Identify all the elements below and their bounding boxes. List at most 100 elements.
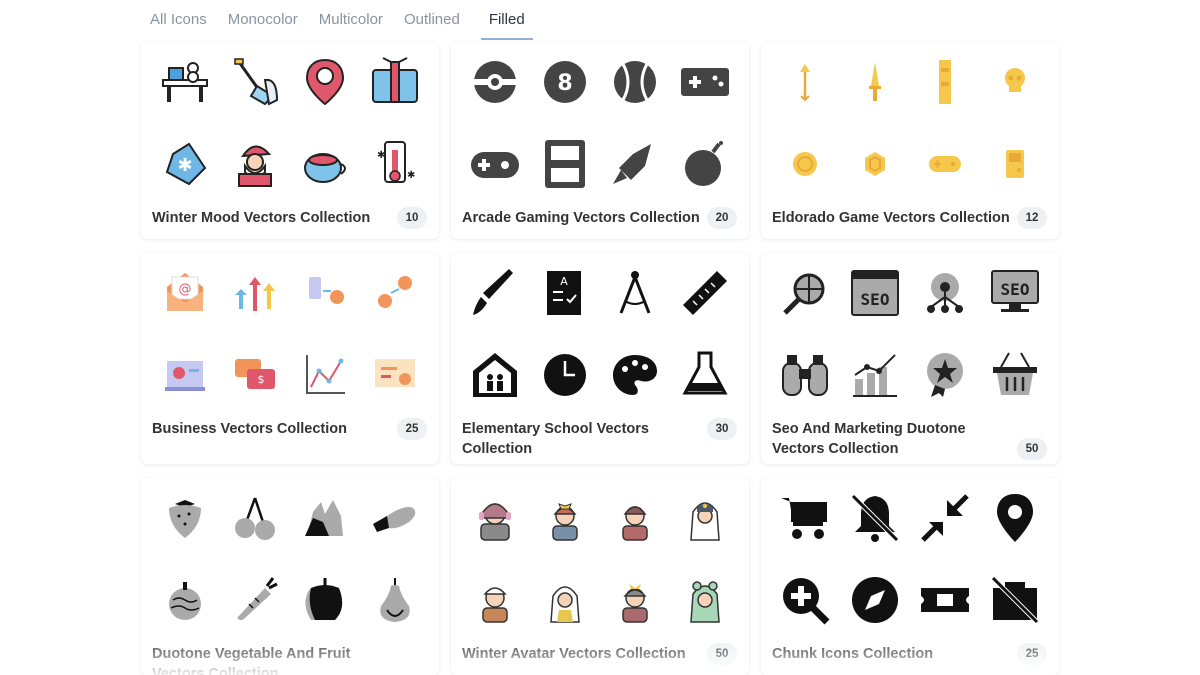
icon-count-badge: 50 [707, 643, 737, 665]
icon-count-badge: 12 [1017, 207, 1047, 229]
science-flask-icon [670, 347, 740, 403]
totem-icon [910, 54, 980, 110]
bomb-icon [670, 136, 740, 192]
zoom-in-icon [770, 572, 840, 628]
award-badge-icon [910, 347, 980, 403]
avatar-penguin-hood-icon [670, 490, 740, 546]
camera-off-icon [980, 572, 1050, 628]
chat-money-icon: $ [220, 347, 290, 403]
avatar-girl-headphones-icon [460, 490, 530, 546]
collection-card-duotone-vegetable-fruit[interactable]: Duotone Vegetable And Fruit Vectors Coll… [141, 478, 439, 675]
tab-all-icons[interactable]: All Icons [150, 0, 207, 40]
svg-text:A: A [560, 275, 568, 288]
lettuce-icon [290, 490, 360, 546]
collection-card-elementary-school[interactable]: A Elementary School Vectors Collection 3… [451, 253, 749, 464]
clock-icon [530, 347, 600, 403]
passion-fruit-icon [150, 572, 220, 628]
santa-icon [220, 136, 290, 192]
svg-text:8: 8 [557, 71, 572, 96]
shovel-snow-icon [220, 54, 290, 110]
icon-preview-grid: SEO SEO [770, 265, 1050, 403]
collection-title[interactable]: Eldorado Game Vectors Collection [772, 208, 1012, 228]
arrow-icon [770, 54, 840, 110]
compass-icon [840, 572, 910, 628]
avatar-girl-hood-icon [530, 572, 600, 628]
collection-grid: ✱ ✱ ✱ Winter Mood Vectors Collection 10 8… [141, 42, 1059, 675]
icon-count-badge: 10 [397, 207, 427, 229]
line-chart-icon [290, 347, 360, 403]
tab-outlined[interactable]: Outlined [404, 0, 460, 40]
dagger-icon [840, 54, 910, 110]
growth-chart-icon [840, 347, 910, 403]
svg-text:✱: ✱ [407, 170, 415, 181]
icon-preview-grid [770, 54, 1050, 192]
collection-title[interactable]: Winter Avatar Vectors Collection [462, 644, 702, 664]
shopping-cart-icon [770, 490, 840, 546]
gold-coin-icon [770, 136, 840, 192]
seo-browser-icon: SEO [840, 265, 910, 321]
test-paper-icon: A [530, 265, 600, 321]
svg-text:SEO: SEO [861, 290, 890, 309]
filter-tabs: All Icons Monocolor Multicolor Outlined … [150, 0, 533, 40]
snowflake-tag-icon: ✱ [150, 136, 220, 192]
svg-text:$: $ [258, 373, 265, 386]
icon-count-badge: 25 [397, 418, 427, 440]
hot-drink-icon [290, 136, 360, 192]
hexagon-gem-icon [840, 136, 910, 192]
icon-count-badge: 25 [1017, 643, 1047, 665]
search-globe-icon [770, 265, 840, 321]
collection-title[interactable]: Elementary School Vectors Collection [462, 419, 702, 459]
binoculars-icon [770, 347, 840, 403]
skull-icon [980, 54, 1050, 110]
collection-title[interactable]: Winter Mood Vectors Collection [152, 208, 392, 228]
game-controller-icon [910, 136, 980, 192]
billiard-ball-icon: 8 [530, 54, 600, 110]
icon-count-badge: 50 [1017, 438, 1047, 460]
gift-box-icon [360, 54, 430, 110]
tab-monocolor[interactable]: Monocolor [228, 0, 298, 40]
collection-card-eldorado-game[interactable]: Eldorado Game Vectors Collection 12 [761, 42, 1059, 239]
svg-text:✱: ✱ [177, 155, 192, 176]
handheld-console-icon [530, 136, 600, 192]
compass-tool-icon [600, 265, 670, 321]
thermometer-snow-icon: ✱ ✱ [360, 136, 430, 192]
collection-card-seo-marketing[interactable]: SEO SEO Seo And Marketing Duotone Vector… [761, 253, 1059, 464]
collection-title[interactable]: Business Vectors Collection [152, 419, 392, 439]
svg-text:✱: ✱ [377, 150, 385, 161]
icon-count-badge: 20 [707, 207, 737, 229]
collection-card-winter-avatar[interactable]: Winter Avatar Vectors Collection 50 [451, 478, 749, 675]
collection-card-chunk-icons[interactable]: Chunk Icons Collection 25 [761, 478, 1059, 675]
avatar-girl-bow-icon [530, 490, 600, 546]
map-pin-icon [980, 490, 1050, 546]
svg-text:SEO: SEO [1001, 280, 1030, 299]
pokeball-icon [460, 54, 530, 110]
tab-filled[interactable]: Filled [480, 0, 533, 40]
collection-title[interactable]: Chunk Icons Collection [772, 644, 1012, 664]
tennis-ball-icon [600, 54, 670, 110]
school-house-icon [460, 347, 530, 403]
tab-multicolor[interactable]: Multicolor [319, 0, 383, 40]
shopping-basket-icon [980, 347, 1050, 403]
collection-title[interactable]: Duotone Vegetable And Fruit Vectors Coll… [152, 644, 392, 675]
gamepad-icon [670, 54, 740, 110]
paint-brush-icon [460, 265, 530, 321]
icon-preview-grid [770, 490, 1050, 628]
collection-card-arcade-gaming[interactable]: 8 Arcade Gaming Vectors Collection 20 [451, 42, 749, 239]
eggplant-icon [360, 490, 430, 546]
icon-preview-grid: ✱ ✱ ✱ [150, 54, 430, 192]
collection-title[interactable]: Seo And Marketing Duotone Vectors Collec… [772, 419, 1012, 459]
location-pin-icon [290, 54, 360, 110]
ruler-icon [670, 265, 740, 321]
cherry-icon [220, 490, 290, 546]
collection-card-winter-mood[interactable]: ✱ ✱ ✱ Winter Mood Vectors Collection 10 [141, 42, 439, 239]
icon-preview-grid [460, 490, 740, 628]
seo-monitor-icon: SEO [980, 265, 1050, 321]
icon-preview-grid [150, 490, 430, 628]
collection-title[interactable]: Arcade Gaming Vectors Collection [462, 208, 702, 228]
carrot-icon [220, 572, 290, 628]
email-envelope-icon: @ [150, 265, 220, 321]
presentation-chart-icon [150, 347, 220, 403]
transfer-coins-icon [290, 265, 360, 321]
collection-card-business[interactable]: @ $ Business Vectors Collection 25 [141, 253, 439, 464]
bell-off-icon [840, 490, 910, 546]
